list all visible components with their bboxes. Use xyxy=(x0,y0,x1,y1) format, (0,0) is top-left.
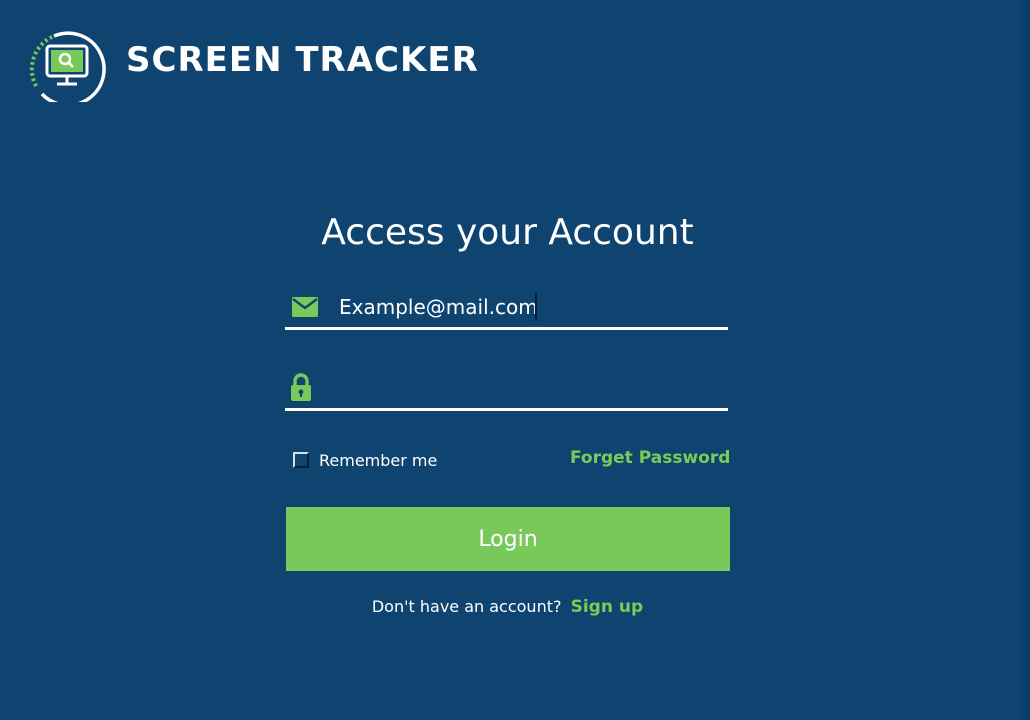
forgot-password-link[interactable]: Forget Password xyxy=(570,448,730,468)
signup-prompt: Don't have an account? xyxy=(371,597,562,616)
email-field[interactable] xyxy=(285,287,728,330)
brand-logo: SCREEN TRACKER xyxy=(28,24,479,102)
monitor-search-logo-icon xyxy=(29,31,106,102)
lock-icon xyxy=(291,373,311,401)
password-input[interactable] xyxy=(339,372,719,404)
remember-me[interactable]: Remember me xyxy=(293,449,437,471)
brand-name: SCREEN TRACKER xyxy=(126,40,479,80)
text-caret xyxy=(535,293,537,321)
remember-me-label[interactable]: Remember me xyxy=(319,451,437,470)
remember-me-checkbox[interactable] xyxy=(293,452,309,468)
password-field[interactable] xyxy=(285,368,728,411)
login-button[interactable]: Login xyxy=(286,507,730,571)
window-edge-shadow xyxy=(1020,0,1030,720)
email-input[interactable] xyxy=(339,291,719,323)
login-title: Access your Account xyxy=(321,212,694,253)
signup-link[interactable]: Sign up xyxy=(571,597,644,617)
signup-row: Don't have an account? Sign up xyxy=(285,597,730,617)
envelope-icon xyxy=(292,297,318,317)
